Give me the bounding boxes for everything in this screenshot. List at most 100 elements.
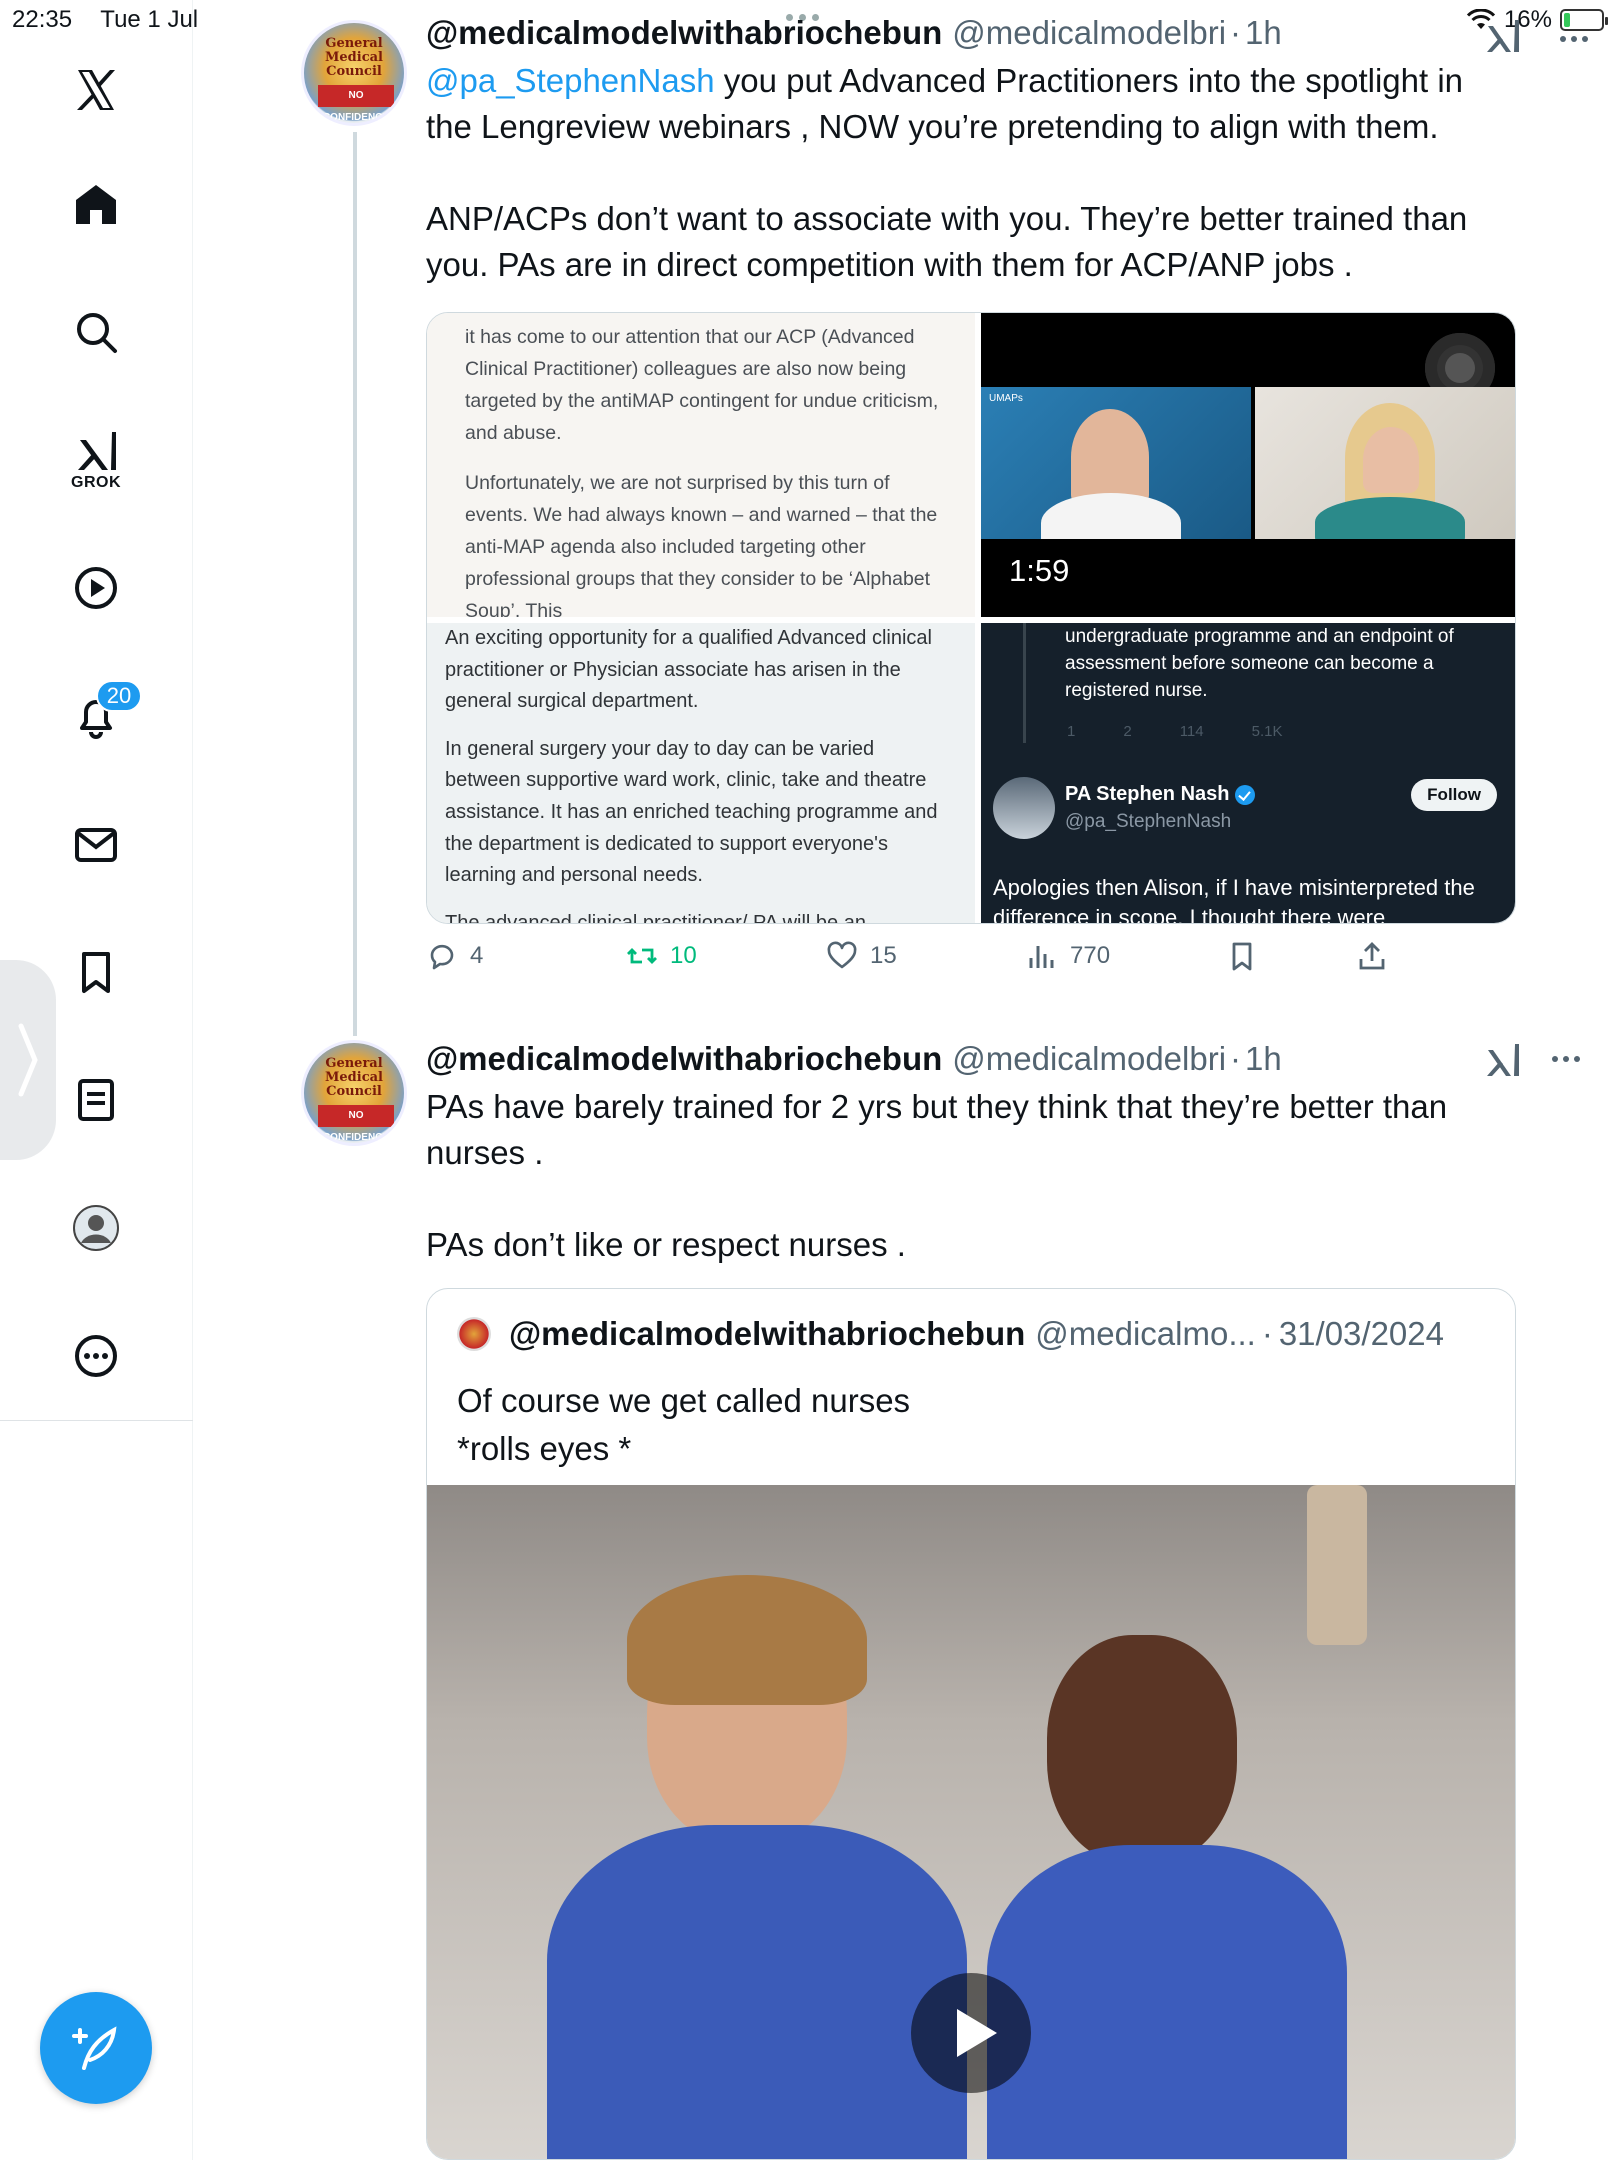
video-duration: 1:59 (1009, 553, 1070, 588)
messages-icon[interactable] (60, 808, 132, 880)
chevron-right-icon (18, 1023, 38, 1097)
sidebar: GROK 20 (0, 0, 193, 2160)
reply-button[interactable]: 4 (426, 940, 483, 972)
media-text: In general surgery your day to day can b… (445, 737, 938, 887)
screenshot-handle: @pa_StephenNash (1065, 811, 1232, 832)
author-avatar[interactable]: General Medical Council NO CONFIDENCE (301, 1040, 407, 1146)
screenshot-stat: 1 (1067, 723, 1076, 740)
video-participant-right (1255, 387, 1515, 539)
tweet-header: @medicalmodelwithabriochebun @medicalmod… (426, 1040, 1514, 1078)
media-text: Unfortunately, we are not surprised by t… (465, 472, 938, 617)
reply-count: 4 (470, 942, 484, 969)
tweet-more-button[interactable] (1560, 36, 1588, 42)
grok-explain-icon[interactable] (1482, 1040, 1522, 1080)
quote-avatar (457, 1317, 491, 1351)
quoted-tweet[interactable]: @medicalmodelwithabriochebun @medicalmo.… (426, 1288, 1516, 2160)
share-button[interactable] (1356, 940, 1388, 972)
quote-separator: · (1261, 1315, 1273, 1352)
like-button[interactable]: 15 (826, 940, 897, 972)
tweet-text: PAs have barely trained for 2 yrs but th… (426, 1084, 1514, 1268)
compose-button[interactable] (40, 1992, 152, 2104)
grok-explain-icon[interactable] (1482, 16, 1522, 56)
bookmarks-icon[interactable] (60, 936, 132, 1008)
thread-line (353, 132, 357, 1036)
media-image-statement[interactable]: it has come to our attention that our AC… (427, 313, 975, 617)
compose-feather-icon (72, 2026, 117, 2070)
video-logo-text: UMAPs (989, 393, 1023, 404)
screenshot-avatar (993, 777, 1055, 839)
lists-icon[interactable] (60, 1064, 132, 1136)
screenshot-reply-text: Apologies then Alison, if I have misinte… (993, 875, 1475, 924)
media-text: An exciting opportunity for a qualified … (445, 627, 932, 713)
play-button[interactable] (911, 1973, 1031, 2093)
media-image-screenshot[interactable]: undergraduate programme and an endpoint … (981, 623, 1515, 924)
bookmark-button[interactable] (1226, 940, 1258, 972)
tweet-text-paragraph: PAs don’t like or respect nurses . (426, 1226, 906, 1263)
screenshot-stat: 2 (1123, 723, 1132, 740)
tweet[interactable]: General Medical Council NO CONFIDENCE @m… (193, 1040, 1620, 2160)
screenshot-text: undergraduate programme and an endpoint … (1065, 626, 1454, 701)
quote-author-name: @medicalmodelwithabriochebun (509, 1315, 1026, 1352)
profile-avatar-icon[interactable] (60, 1192, 132, 1264)
media-text: The advanced clinical practitioner/ PA w… (445, 911, 866, 924)
author-handle[interactable]: @medicalmodelbri (952, 14, 1226, 52)
sidebar-divider (0, 1420, 193, 1421)
search-icon[interactable] (60, 296, 132, 368)
share-icon (1359, 942, 1385, 970)
verified-badge-icon (1235, 784, 1256, 805)
screenshot-stats: 1 2 114 5.1K (1067, 723, 1282, 740)
video-icon[interactable] (60, 552, 132, 624)
author-avatar[interactable]: General Medical Council NO CONFIDENCE (301, 20, 407, 126)
notification-badge: 20 (96, 680, 142, 712)
x-logo-icon[interactable] (60, 54, 132, 126)
quote-author-handle: @medicalmo... (1035, 1315, 1256, 1352)
tweet-actions: 4 10 15 770 (426, 940, 1426, 984)
author-name[interactable]: @medicalmodelwithabriochebun (426, 14, 942, 52)
notifications-nav-item[interactable]: 20 (60, 680, 142, 752)
header-separator: · (1230, 1040, 1242, 1077)
quote-text: Of course we get called nurses *rolls ey… (457, 1377, 910, 1473)
tweet[interactable]: General Medical Council NO CONFIDENCE @m… (193, 0, 1620, 1040)
media-image-job-ad[interactable]: An exciting opportunity for a qualified … (427, 623, 975, 924)
drawer-handle[interactable] (0, 960, 56, 1160)
avatar-text: General Medical Council (325, 36, 383, 79)
tweet-text: @pa_StephenNash you put Advanced Practit… (426, 58, 1514, 288)
avatar-text: General Medical Council (325, 1056, 383, 1099)
repost-count: 10 (670, 942, 697, 969)
screenshot-author: PA Stephen Nash (1065, 783, 1256, 806)
quote-text-line: *rolls eyes * (457, 1430, 632, 1467)
quote-date: 31/03/2024 (1278, 1315, 1444, 1352)
quote-text-line: Of course we get called nurses (457, 1382, 911, 1419)
grok-label: GROK (71, 474, 121, 491)
tweet-text-paragraph: ANP/ACPs don’t want to associate with yo… (426, 200, 1468, 283)
avatar-banner: NO CONFIDENCE (318, 1105, 394, 1143)
home-icon[interactable] (60, 168, 132, 240)
media-grid[interactable]: it has come to our attention that our AC… (426, 312, 1516, 924)
views-button[interactable]: 770 (1026, 940, 1110, 972)
tweet-text-paragraph: PAs have barely trained for 2 yrs but th… (426, 1088, 1448, 1171)
repost-button[interactable]: 10 (626, 940, 697, 972)
screenshot-stat: 114 (1179, 723, 1204, 740)
more-icon[interactable] (60, 1320, 132, 1392)
screenshot-stat: 5.1K (1251, 723, 1283, 740)
screenshot-thread-line (1023, 623, 1026, 743)
views-icon (1029, 946, 1054, 968)
heart-icon (827, 941, 857, 969)
grok-nav-item[interactable]: GROK (60, 420, 132, 500)
author-name[interactable]: @medicalmodelwithabriochebun (426, 1040, 942, 1078)
header-separator: · (1230, 14, 1242, 51)
tweet-time[interactable]: 1h (1245, 1040, 1282, 1078)
reply-icon (430, 944, 454, 970)
tweet-more-button[interactable] (1552, 1056, 1580, 1062)
tweet-time[interactable]: 1h (1245, 14, 1282, 52)
quote-header: @medicalmodelwithabriochebun @medicalmo.… (457, 1315, 1444, 1353)
tweet-header: @medicalmodelwithabriochebun @medicalmod… (426, 14, 1514, 52)
tweet-body: @medicalmodelwithabriochebun @medicalmod… (426, 1040, 1514, 1268)
media-text: it has come to our attention that our AC… (465, 326, 939, 444)
avatar-banner: NO CONFIDENCE (318, 85, 394, 123)
quote-video[interactable] (427, 1485, 1515, 2159)
mention-link[interactable]: @pa_StephenNash (426, 62, 715, 99)
play-icon (957, 2009, 997, 2057)
author-handle[interactable]: @medicalmodelbri (952, 1040, 1226, 1078)
media-video[interactable]: UMAPs 1:59 (981, 313, 1515, 617)
